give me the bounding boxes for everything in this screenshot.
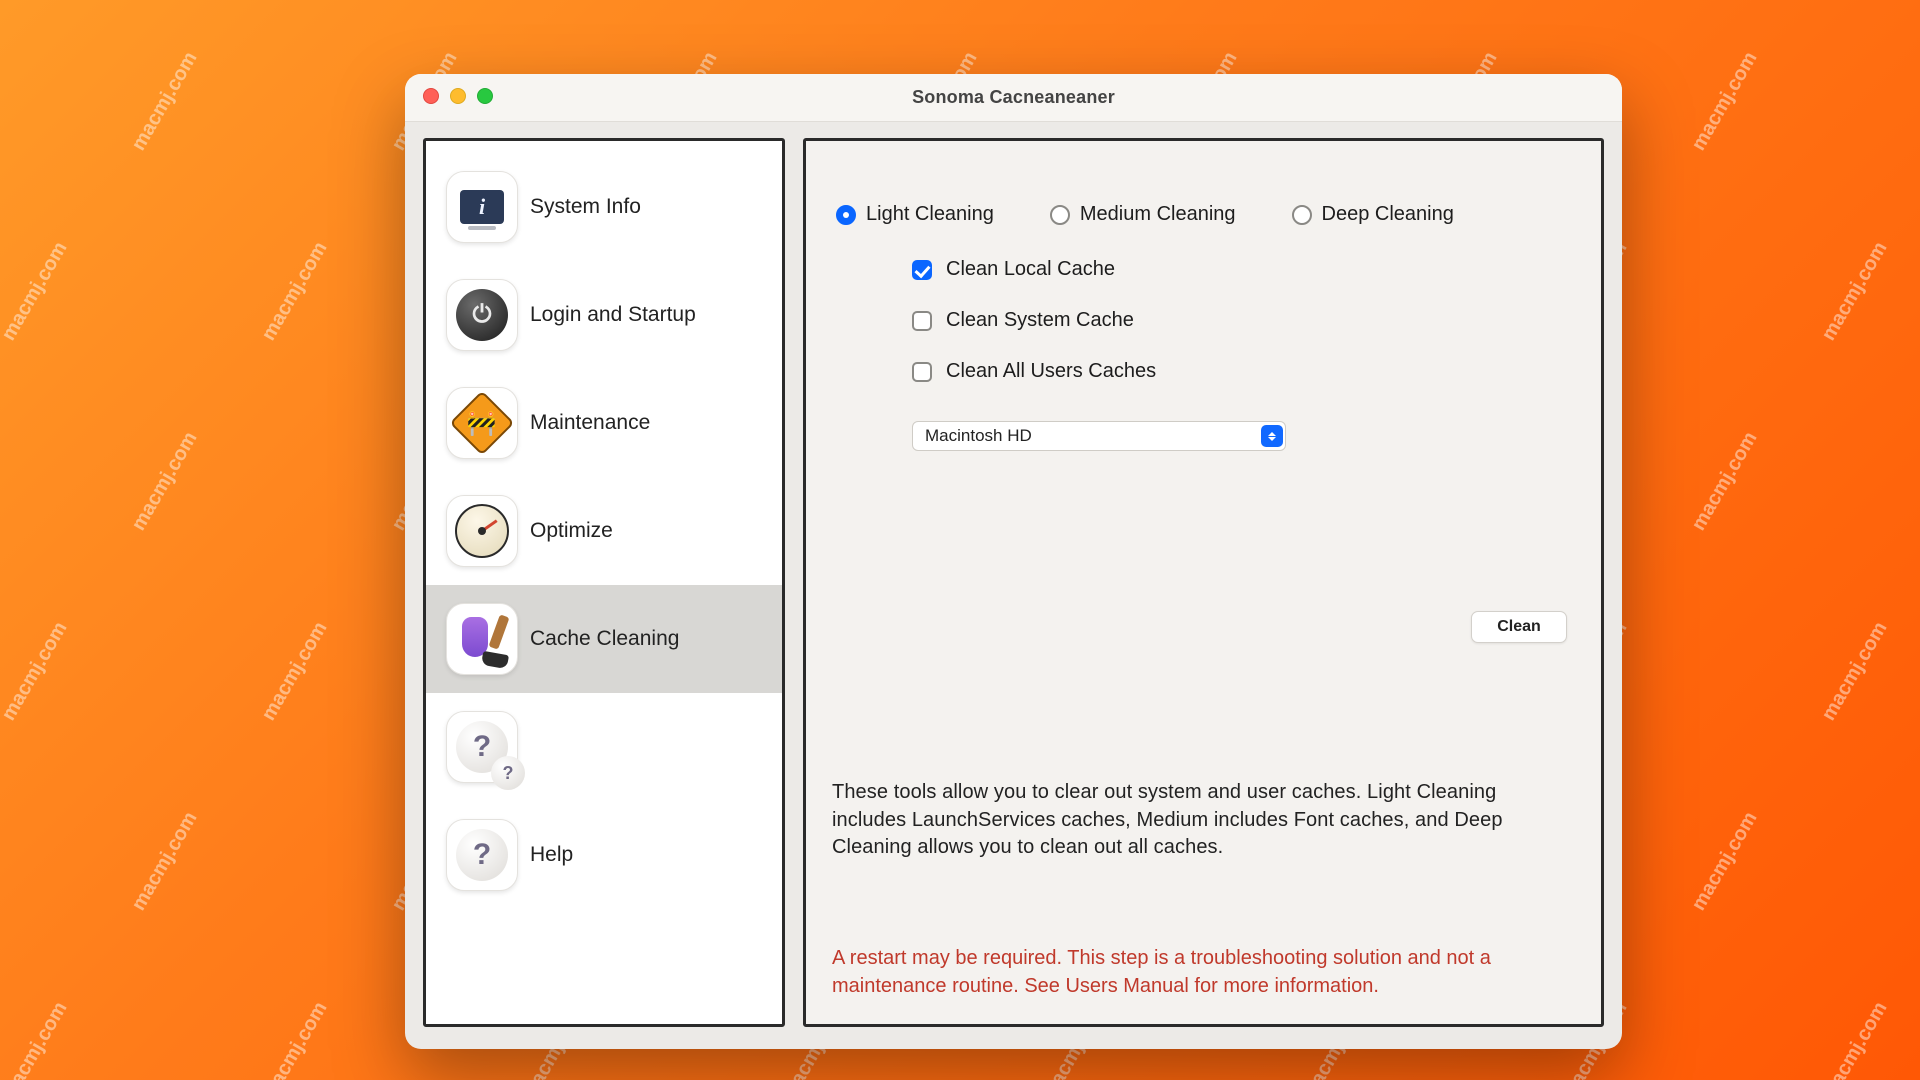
checkbox-icon xyxy=(912,311,932,331)
sidebar-item-login-startup[interactable]: ⏻ Login and Startup xyxy=(426,261,782,369)
volume-select[interactable]: Macintosh HD xyxy=(912,421,1286,451)
radio-light-cleaning[interactable]: Light Cleaning xyxy=(836,203,994,226)
radio-label: Deep Cleaning xyxy=(1322,203,1454,226)
window-titlebar[interactable]: Sonoma Cacneaneaner xyxy=(405,74,1622,122)
sidebar-item-system-info[interactable]: i System Info xyxy=(426,153,782,261)
checkbox-label: Clean System Cache xyxy=(946,309,1134,332)
checkbox-label: Clean Local Cache xyxy=(946,258,1115,281)
radio-label: Light Cleaning xyxy=(866,203,994,226)
warning-text: A restart may be required. This step is … xyxy=(832,945,1575,1000)
sidebar-item-label: Help xyxy=(530,843,770,867)
sidebar: i System Info ⏻ Login and Startup 🚧 Main… xyxy=(423,138,785,1027)
window-controls xyxy=(423,88,493,104)
question-icon: ?? xyxy=(446,711,518,783)
main-inner: Light Cleaning Medium Cleaning Deep Clea… xyxy=(806,141,1601,1024)
sidebar-item-unknown[interactable]: ?? xyxy=(426,693,782,801)
sidebar-item-label: Cache Cleaning xyxy=(530,627,770,651)
speedometer-icon xyxy=(446,495,518,567)
maintenance-sign-icon: 🚧 xyxy=(446,387,518,459)
radio-label: Medium Cleaning xyxy=(1080,203,1236,226)
question-icon: ? xyxy=(446,819,518,891)
cleaning-level-group: Light Cleaning Medium Cleaning Deep Clea… xyxy=(836,203,1575,226)
sidebar-item-label: Maintenance xyxy=(530,411,770,435)
cache-broom-icon xyxy=(446,603,518,675)
main-panel: Light Cleaning Medium Cleaning Deep Clea… xyxy=(803,138,1604,1027)
sidebar-item-label: Optimize xyxy=(530,519,770,543)
checkbox-clean-system-cache[interactable]: Clean System Cache xyxy=(912,309,1575,332)
sidebar-item-optimize[interactable]: Optimize xyxy=(426,477,782,585)
window-content: i System Info ⏻ Login and Startup 🚧 Main… xyxy=(405,122,1622,1049)
checkbox-clean-local-cache[interactable]: Clean Local Cache xyxy=(912,258,1575,281)
radio-deep-cleaning[interactable]: Deep Cleaning xyxy=(1292,203,1454,226)
zoom-icon[interactable] xyxy=(477,88,493,104)
clean-button[interactable]: Clean xyxy=(1471,611,1567,643)
window-title: Sonoma Cacneaneaner xyxy=(912,87,1115,108)
close-icon[interactable] xyxy=(423,88,439,104)
radio-icon xyxy=(836,205,856,225)
power-icon: ⏻ xyxy=(446,279,518,351)
checkbox-clean-all-users-caches[interactable]: Clean All Users Caches xyxy=(912,360,1575,383)
checkbox-label: Clean All Users Caches xyxy=(946,360,1156,383)
sidebar-item-label: System Info xyxy=(530,195,770,219)
radio-icon xyxy=(1050,205,1070,225)
monitor-info-icon: i xyxy=(446,171,518,243)
chevron-updown-icon xyxy=(1261,425,1283,447)
select-value: Macintosh HD xyxy=(925,426,1032,446)
sidebar-item-help[interactable]: ? Help xyxy=(426,801,782,909)
sidebar-item-label: Login and Startup xyxy=(530,303,770,327)
minimize-icon[interactable] xyxy=(450,88,466,104)
sidebar-item-cache-cleaning[interactable]: Cache Cleaning xyxy=(426,585,782,693)
app-window: Sonoma Cacneaneaner i System Info ⏻ Logi… xyxy=(405,74,1622,1049)
desktop-background: macmj.commacmj.commacmj.commacmj.commacm… xyxy=(0,0,1920,1080)
radio-medium-cleaning[interactable]: Medium Cleaning xyxy=(1050,203,1236,226)
checkbox-icon xyxy=(912,362,932,382)
description-text: These tools allow you to clear out syste… xyxy=(832,779,1575,862)
cache-options-group: Clean Local Cache Clean System Cache Cle… xyxy=(912,258,1575,383)
checkbox-icon xyxy=(912,260,932,280)
sidebar-item-maintenance[interactable]: 🚧 Maintenance xyxy=(426,369,782,477)
radio-icon xyxy=(1292,205,1312,225)
